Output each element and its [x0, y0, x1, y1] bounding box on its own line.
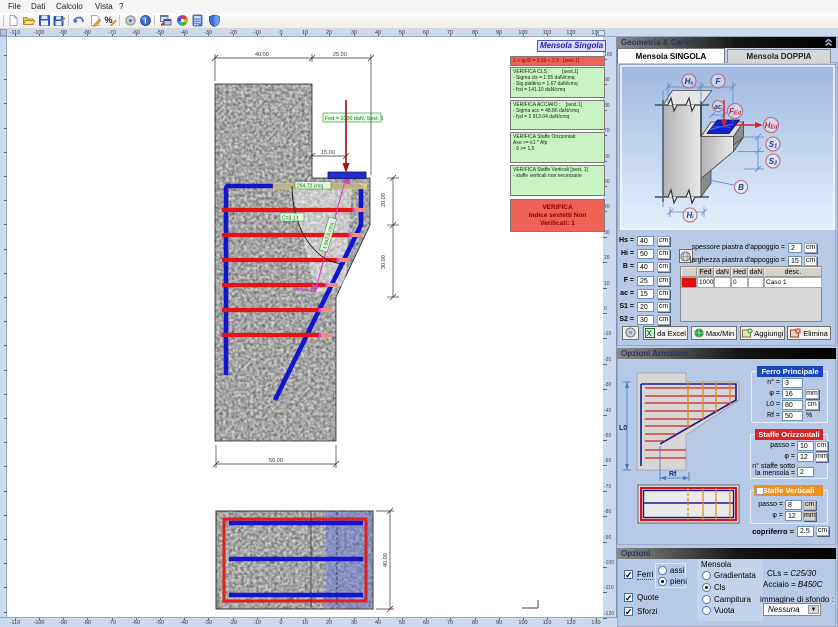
svg-text:L0: L0 — [619, 425, 627, 432]
svg-text:Fed = 1000 daN, Sest. 1: Fed = 1000 daN, Sest. 1 — [325, 116, 384, 122]
svg-text:ac: ac — [714, 104, 722, 111]
svg-text:Rf: Rf — [669, 471, 677, 478]
svg-text:i: i — [144, 17, 146, 26]
svg-text:25.00: 25.00 — [333, 52, 347, 58]
svg-text:40.00: 40.00 — [383, 553, 389, 567]
svg-text:30.00: 30.00 — [381, 255, 387, 269]
svg-text:C=3.1 t: C=3.1 t — [282, 216, 299, 222]
svg-text:X: X — [647, 329, 653, 338]
svg-text:20.00: 20.00 — [381, 193, 387, 207]
svg-text:50.00: 50.00 — [269, 458, 283, 464]
svg-text:B: B — [738, 183, 744, 192]
svg-text:40.00: 40.00 — [255, 52, 269, 58]
svg-text:15.00: 15.00 — [321, 150, 335, 156]
svg-text:%: % — [105, 15, 113, 25]
svg-text:294.72 cmq: 294.72 cmq — [297, 184, 323, 190]
